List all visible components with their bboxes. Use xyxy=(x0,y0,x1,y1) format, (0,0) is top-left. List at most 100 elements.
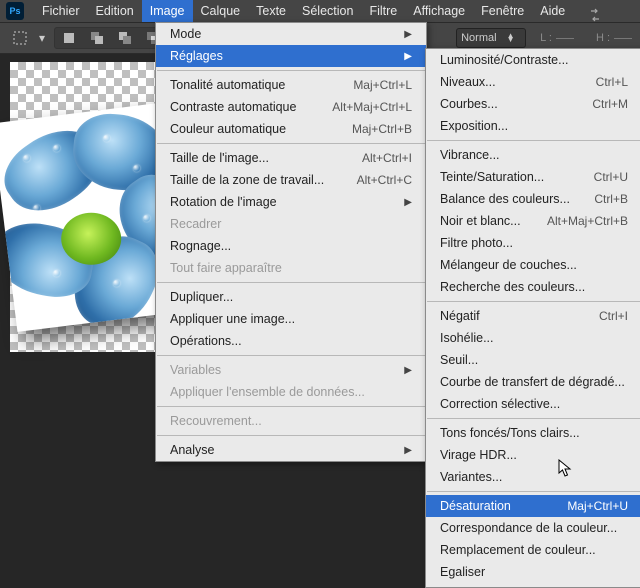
adjustments-item-0[interactable]: Luminosité/Contraste... xyxy=(426,49,640,71)
submenu-arrow-icon: ▶ xyxy=(404,197,412,208)
image-menu-item-0[interactable]: Mode▶ xyxy=(156,23,426,45)
menu-item-label: Courbe de transfert de dégradé... xyxy=(440,375,625,389)
adjustments-item-11[interactable]: Recherche des couleurs... xyxy=(426,276,640,298)
menu-item-label: Recouvrement... xyxy=(170,414,262,428)
menu-item-label: Taille de l'image... xyxy=(170,151,269,165)
menu-item-label: Niveaux... xyxy=(440,75,496,89)
menu-item-label: Egaliser xyxy=(440,565,485,579)
menu-item-label: Noir et blanc... xyxy=(440,214,521,228)
image-menu-item-16[interactable]: Opérations... xyxy=(156,330,426,352)
image-menu-item-3[interactable]: Tonalité automatique Maj+Ctrl+L xyxy=(156,74,426,96)
menubar: Ps FichierEditionImageCalqueTexteSélecti… xyxy=(0,0,640,23)
adjustments-item-1[interactable]: Niveaux... Ctrl+L xyxy=(426,71,640,93)
image-menu-item-8[interactable]: Taille de la zone de travail...Alt+Ctrl+… xyxy=(156,169,426,191)
adjustments-item-19[interactable]: Tons foncés/Tons clairs... xyxy=(426,422,640,444)
adjustments-item-5[interactable]: Vibrance... xyxy=(426,144,640,166)
menu-item-label: Remplacement de couleur... xyxy=(440,543,596,557)
menu-texte[interactable]: Texte xyxy=(248,0,294,22)
menu-item-label: Recherche des couleurs... xyxy=(440,280,585,294)
adjustments-item-23[interactable]: DésaturationMaj+Ctrl+U xyxy=(426,495,640,517)
menu-item-label: Contraste automatique xyxy=(170,100,296,114)
adjustments-item-8[interactable]: Noir et blanc...Alt+Maj+Ctrl+B xyxy=(426,210,640,232)
menu-calque[interactable]: Calque xyxy=(193,0,249,22)
menu-aide[interactable]: Aide xyxy=(532,0,573,22)
adjustments-item-17[interactable]: Correction sélective... xyxy=(426,393,640,415)
image-menu-item-7[interactable]: Taille de l'image...Alt+Ctrl+I xyxy=(156,147,426,169)
swap-dimensions-icon[interactable] xyxy=(588,8,602,22)
app-logo: Ps xyxy=(6,2,24,20)
submenu-arrow-icon: ▶ xyxy=(404,365,412,376)
adjustments-item-7[interactable]: Balance des couleurs...Ctrl+B xyxy=(426,188,640,210)
adjustments-item-2[interactable]: Courbes...Ctrl+M xyxy=(426,93,640,115)
adjustments-item-9[interactable]: Filtre photo... xyxy=(426,232,640,254)
image-menu-item-15[interactable]: Appliquer une image... xyxy=(156,308,426,330)
menu-item-shortcut: Ctrl+I xyxy=(575,309,628,323)
menu-item-label: Seuil... xyxy=(440,353,478,367)
blend-mode-dropdown[interactable]: Normal ▲▼ xyxy=(456,28,526,48)
image-menu-item-18: Variables ▶ xyxy=(156,359,426,381)
new-selection-icon[interactable] xyxy=(58,28,80,48)
menu-item-label: Tons foncés/Tons clairs... xyxy=(440,426,580,440)
menu-edition[interactable]: Edition xyxy=(88,0,142,22)
menu-sélection[interactable]: Sélection xyxy=(294,0,361,22)
image-menu: Mode▶ Réglages ▶ Tonalité automatique Maj+Ct… xyxy=(155,22,427,462)
image-menu-item-10: Recadrer xyxy=(156,213,426,235)
menu-affichage[interactable]: Affichage xyxy=(405,0,473,22)
menu-item-label: Rognage... xyxy=(170,239,231,253)
height-value-empty xyxy=(614,38,632,39)
add-selection-icon[interactable] xyxy=(86,28,108,48)
menu-item-label: Vibrance... xyxy=(440,148,500,162)
image-menu-item-9[interactable]: Rotation de l'image▶ xyxy=(156,191,426,213)
menu-item-shortcut: Alt+Maj+Ctrl+B xyxy=(523,214,628,228)
adjustments-item-15[interactable]: Seuil... xyxy=(426,349,640,371)
menu-item-label: Exposition... xyxy=(440,119,508,133)
image-menu-item-1[interactable]: Réglages ▶ xyxy=(156,45,426,67)
menu-image[interactable]: Image xyxy=(142,0,193,22)
selection-mode-group xyxy=(54,27,168,49)
stepper-arrows-icon: ▲▼ xyxy=(507,34,514,42)
menu-item-label: Filtre photo... xyxy=(440,236,513,250)
menu-item-label: Réglages xyxy=(170,49,223,63)
adjustments-item-14[interactable]: Isohélie... xyxy=(426,327,640,349)
adjustments-item-10[interactable]: Mélangeur de couches... xyxy=(426,254,640,276)
adjustments-item-13[interactable]: Négatif Ctrl+I xyxy=(426,305,640,327)
menu-item-label: Tonalité automatique xyxy=(170,78,285,92)
image-menu-item-14[interactable]: Dupliquer... xyxy=(156,286,426,308)
menu-item-shortcut: Maj+Ctrl+L xyxy=(329,78,412,92)
menu-item-label: Correspondance de la couleur... xyxy=(440,521,617,535)
menu-item-label: Opérations... xyxy=(170,334,242,348)
menu-item-label: Négatif xyxy=(440,309,480,323)
menu-item-label: Dupliquer... xyxy=(170,290,233,304)
dropdown-caret-icon[interactable]: ▾ xyxy=(37,27,47,49)
image-menu-item-4[interactable]: Contraste automatiqueAlt+Maj+Ctrl+L xyxy=(156,96,426,118)
menu-item-label: Mélangeur de couches... xyxy=(440,258,577,272)
adjustments-item-21[interactable]: Variantes... xyxy=(426,466,640,488)
adjustments-item-26[interactable]: Egaliser xyxy=(426,561,640,583)
subtract-selection-icon[interactable] xyxy=(114,28,136,48)
image-menu-item-23[interactable]: Analyse▶ xyxy=(156,439,426,461)
adjustments-item-25[interactable]: Remplacement de couleur... xyxy=(426,539,640,561)
blend-mode-value: Normal xyxy=(461,32,496,44)
image-menu-item-21: Recouvrement... xyxy=(156,410,426,432)
submenu-arrow-icon: ▶ xyxy=(404,29,412,40)
adjustments-item-3[interactable]: Exposition... xyxy=(426,115,640,137)
menu-item-label: Taille de la zone de travail... xyxy=(170,173,324,187)
adjustments-item-20[interactable]: Virage HDR... xyxy=(426,444,640,466)
menu-fenêtre[interactable]: Fenêtre xyxy=(473,0,532,22)
menu-item-label: Variables xyxy=(170,363,221,377)
width-label: L : xyxy=(540,32,552,44)
adjustments-item-16[interactable]: Courbe de transfert de dégradé... xyxy=(426,371,640,393)
adjustments-item-6[interactable]: Teinte/Saturation...Ctrl+U xyxy=(426,166,640,188)
adjustments-submenu: Luminosité/Contraste... Niveaux... Ctrl+L C… xyxy=(425,48,640,588)
image-menu-item-11[interactable]: Rognage... xyxy=(156,235,426,257)
submenu-arrow-icon: ▶ xyxy=(404,51,412,62)
image-menu-item-12: Tout faire apparaître xyxy=(156,257,426,279)
menu-item-label: Correction sélective... xyxy=(440,397,560,411)
image-menu-item-5[interactable]: Couleur automatiqueMaj+Ctrl+B xyxy=(156,118,426,140)
menu-filtre[interactable]: Filtre xyxy=(361,0,405,22)
marquee-icon[interactable] xyxy=(9,27,31,49)
menu-fichier[interactable]: Fichier xyxy=(34,0,88,22)
menu-item-shortcut: Maj+Ctrl+U xyxy=(543,499,628,513)
menu-item-shortcut: Ctrl+L xyxy=(572,75,628,89)
height-label: H : xyxy=(596,32,610,44)
